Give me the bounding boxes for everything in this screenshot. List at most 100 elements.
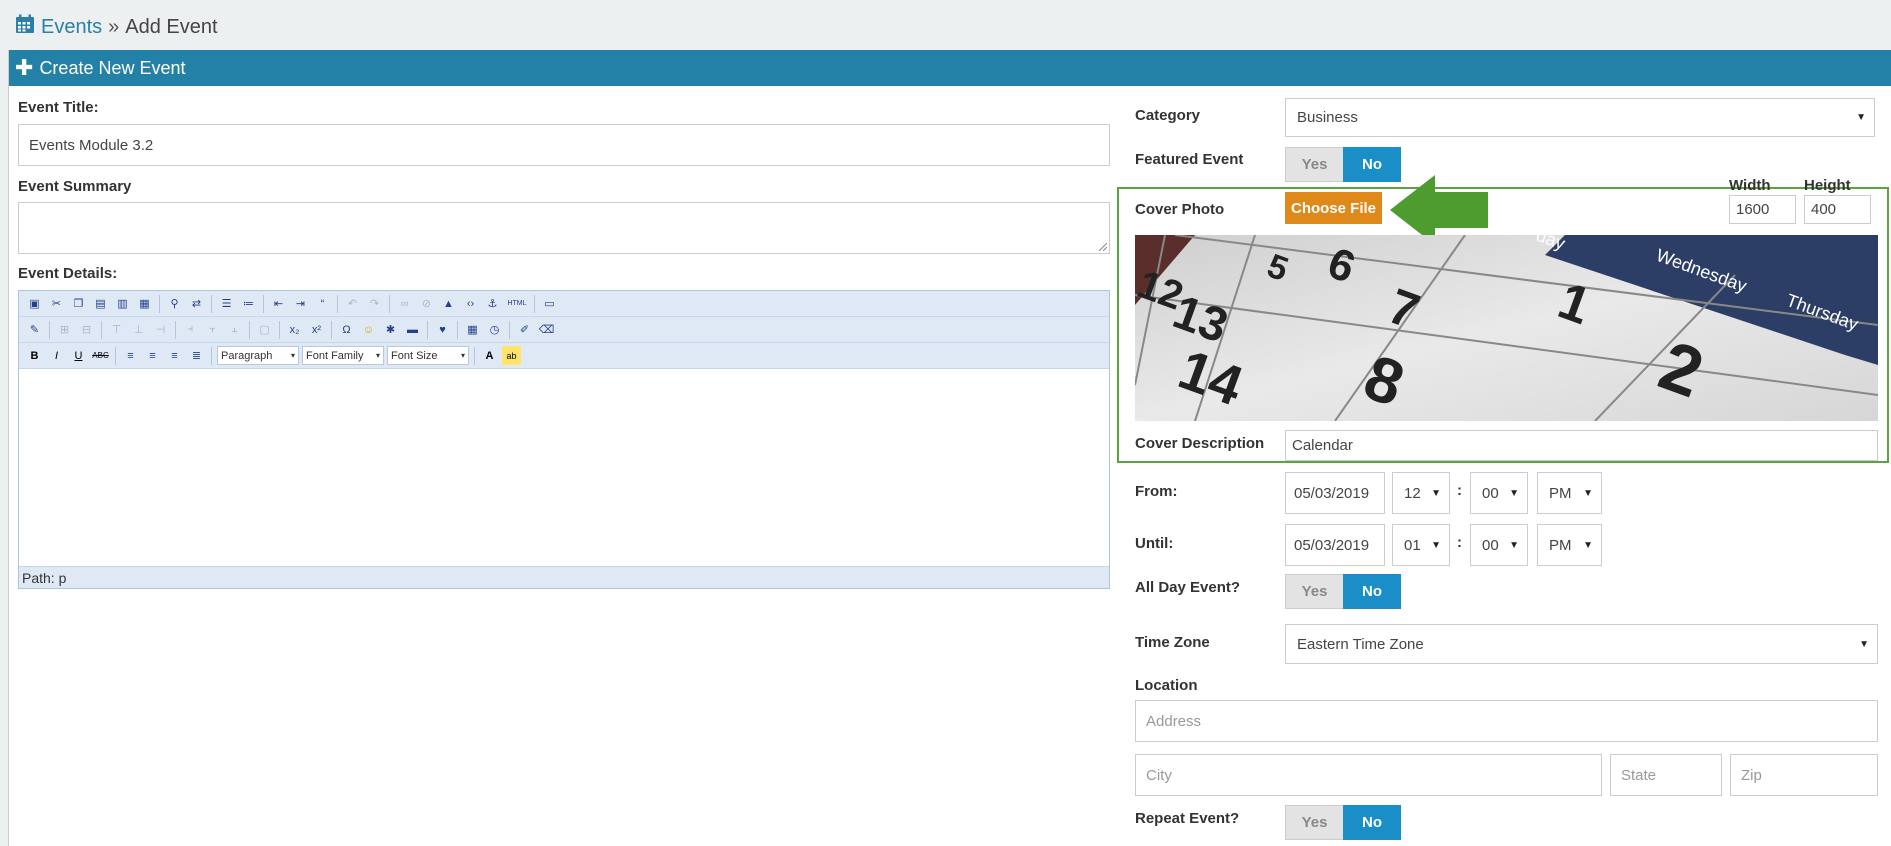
subscript-icon[interactable]: x₂: [285, 320, 304, 339]
width-input[interactable]: 1600: [1729, 195, 1796, 224]
numbered-list-icon[interactable]: ≔: [239, 294, 258, 313]
remove-format-icon[interactable]: ⌫: [537, 320, 556, 339]
align-justify-icon[interactable]: ≣: [187, 346, 206, 365]
delete-row-icon[interactable]: ⊣: [151, 320, 170, 339]
special-char-icon[interactable]: Ω: [337, 320, 356, 339]
until-ampm-select[interactable]: PM ▼: [1537, 524, 1602, 566]
from-minute-select[interactable]: 00 ▼: [1470, 472, 1528, 514]
from-ampm-select[interactable]: PM ▼: [1537, 472, 1602, 514]
anchor-icon[interactable]: ⚓: [483, 294, 502, 313]
chevron-down-icon: ▼: [1583, 539, 1593, 551]
cover-image: 5 6 7 12 13 14 8 1 2 Wednesday Thursday …: [1135, 235, 1878, 421]
chevron-down-icon: ▼: [1856, 112, 1866, 123]
resize-grip-icon[interactable]: [1099, 243, 1107, 251]
featured-event-label: Featured Event: [1135, 151, 1244, 168]
all-day-no-button[interactable]: No: [1343, 574, 1401, 609]
align-left-icon[interactable]: ≡: [121, 346, 140, 365]
cut-icon[interactable]: ✂: [47, 294, 66, 313]
replace-icon[interactable]: ⇄: [187, 294, 206, 313]
emoticon-icon[interactable]: ☺: [359, 320, 378, 339]
link-icon[interactable]: ∞: [395, 294, 414, 313]
delete-col-icon[interactable]: ⫠: [225, 320, 244, 339]
until-hour-select[interactable]: 01 ▼: [1392, 524, 1450, 566]
event-summary-textarea[interactable]: [18, 202, 1110, 254]
code-icon[interactable]: ‹›: [461, 294, 480, 313]
category-select[interactable]: Business ▼: [1285, 98, 1875, 137]
edit-icon[interactable]: ✎: [25, 320, 44, 339]
undo-icon[interactable]: ↶: [343, 294, 362, 313]
from-hour-select[interactable]: 12 ▼: [1392, 472, 1450, 514]
superscript-icon[interactable]: x²: [307, 320, 326, 339]
cover-description-input[interactable]: Calendar: [1285, 430, 1878, 461]
copy-icon[interactable]: ❐: [69, 294, 88, 313]
location-label: Location: [1135, 677, 1198, 694]
until-minute-select[interactable]: 00 ▼: [1470, 524, 1528, 566]
insert-date-icon[interactable]: ▦: [463, 320, 482, 339]
redo-icon[interactable]: ↷: [365, 294, 384, 313]
until-time-colon: :: [1457, 534, 1462, 551]
col-after-icon[interactable]: ⫟: [203, 320, 222, 339]
table-props-icon[interactable]: ⊟: [77, 320, 96, 339]
state-input[interactable]: State: [1610, 754, 1722, 796]
highlight-color-icon[interactable]: ab: [502, 346, 521, 365]
merge-cells-icon[interactable]: ▢: [255, 320, 274, 339]
paste-icon[interactable]: ▤: [91, 294, 110, 313]
find-icon[interactable]: ⚲: [165, 294, 184, 313]
height-input[interactable]: 400: [1804, 195, 1871, 224]
all-day-yes-button[interactable]: Yes: [1285, 574, 1343, 609]
horizontal-rule-icon[interactable]: ▬: [403, 320, 422, 339]
text-color-icon[interactable]: A: [480, 346, 499, 365]
cleanup-icon[interactable]: ✐: [515, 320, 534, 339]
city-input[interactable]: City: [1135, 754, 1602, 796]
repeat-event-label: Repeat Event?: [1135, 810, 1240, 827]
featured-yes-button[interactable]: Yes: [1285, 147, 1343, 182]
underline-icon[interactable]: U: [69, 346, 88, 365]
plus-icon: ✚: [15, 55, 34, 80]
image-icon[interactable]: ▲: [439, 294, 458, 313]
chevron-down-icon: ▼: [1431, 539, 1441, 551]
insert-time-icon[interactable]: ◷: [485, 320, 504, 339]
fullscreen-icon[interactable]: ▭: [540, 294, 559, 313]
category-label: Category: [1135, 107, 1201, 124]
row-before-icon[interactable]: ⊤: [107, 320, 126, 339]
italic-icon[interactable]: I: [47, 346, 66, 365]
font-family-dropdown[interactable]: Font Family ▾: [302, 346, 384, 365]
font-size-dropdown[interactable]: Font Size ▾: [387, 346, 469, 365]
spellcheck-icon[interactable]: ♥: [433, 320, 452, 339]
repeat-no-button[interactable]: No: [1343, 805, 1401, 840]
outdent-icon[interactable]: ⇤: [269, 294, 288, 313]
save-icon[interactable]: ▣: [25, 294, 44, 313]
align-center-icon[interactable]: ≡: [143, 346, 162, 365]
from-date-input[interactable]: 05/03/2019: [1285, 472, 1385, 514]
format-dropdown[interactable]: Paragraph ▾: [217, 346, 299, 365]
zip-input[interactable]: Zip: [1730, 754, 1878, 796]
time-zone-select[interactable]: Eastern Time Zone ▼: [1285, 624, 1878, 664]
choose-file-button[interactable]: Choose File: [1285, 192, 1382, 224]
table-icon[interactable]: ⊞: [55, 320, 74, 339]
media-icon[interactable]: ✱: [381, 320, 400, 339]
strikethrough-icon[interactable]: ABC: [91, 346, 110, 365]
paste-text-icon[interactable]: ▥: [113, 294, 132, 313]
repeat-yes-button[interactable]: Yes: [1285, 805, 1343, 840]
breadcrumb-events-link[interactable]: Events: [41, 16, 102, 39]
address-input[interactable]: Address: [1135, 700, 1878, 742]
category-value: Business: [1297, 109, 1358, 126]
align-right-icon[interactable]: ≡: [165, 346, 184, 365]
event-title-label: Event Title:: [18, 99, 99, 116]
indent-icon[interactable]: ⇥: [291, 294, 310, 313]
width-label: Width: [1729, 177, 1771, 194]
until-date-input[interactable]: 05/03/2019: [1285, 524, 1385, 566]
editor-content-area[interactable]: [19, 369, 1109, 566]
event-title-input[interactable]: Events Module 3.2: [18, 124, 1110, 166]
row-after-icon[interactable]: ⊥: [129, 320, 148, 339]
paste-word-icon[interactable]: ▦: [135, 294, 154, 313]
html-icon[interactable]: HTML: [505, 294, 529, 313]
time-zone-label: Time Zone: [1135, 634, 1210, 651]
bold-icon[interactable]: B: [25, 346, 44, 365]
unlink-icon[interactable]: ⊘: [417, 294, 436, 313]
blockquote-icon[interactable]: “: [313, 294, 332, 313]
col-before-icon[interactable]: ⫞: [181, 320, 200, 339]
rich-text-editor: ▣ ✂ ❐ ▤ ▥ ▦ ⚲ ⇄ ☰ ≔ ⇤ ⇥ “ ↶ ↷ ∞ ⊘ ▲ ‹› ⚓…: [18, 290, 1110, 589]
bullet-list-icon[interactable]: ☰: [217, 294, 236, 313]
event-title-value: Events Module 3.2: [29, 136, 154, 154]
